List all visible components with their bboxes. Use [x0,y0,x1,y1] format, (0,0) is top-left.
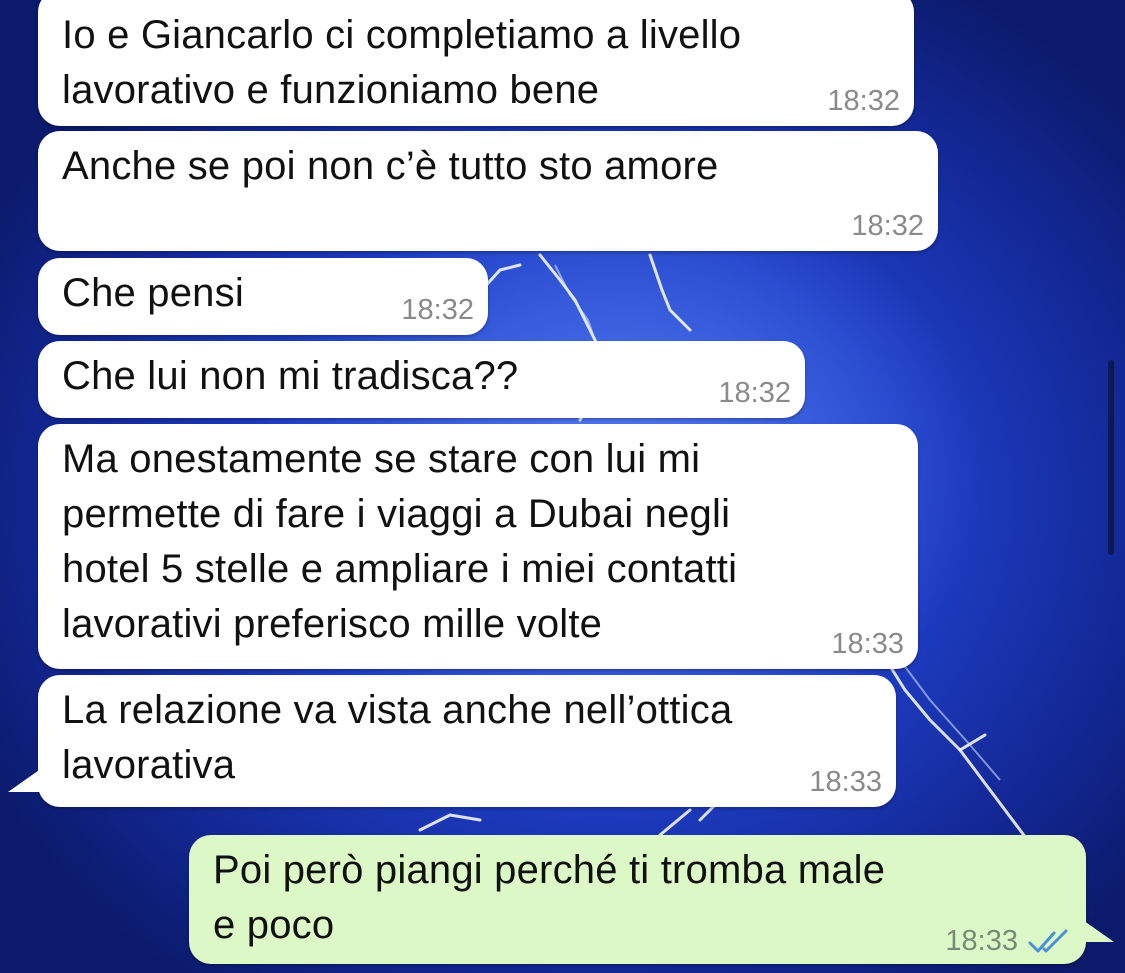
message-bubble-outgoing[interactable]: Poi però piangi perché ti tromba male e … [189,835,1086,964]
message-text: Io e Giancarlo ci completiamo a livello … [62,13,742,112]
message-bubble-incoming[interactable]: Io e Giancarlo ci completiamo a livello … [38,0,914,126]
bubble-tail-incoming [8,768,42,792]
message-timestamp: 18:33 [945,925,1018,957]
message-text: Ma onestamente se stare con lui mi perme… [62,437,738,646]
double-check-icon [1028,929,1068,952]
message-text: Che lui non mi tradisca?? [62,354,519,398]
message-timestamp: 18:32 [851,210,924,242]
message-timestamp: 18:33 [831,628,904,660]
message-timestamp: 18:32 [401,294,474,326]
message-text: Poi però piangi perché ti tromba male e … [213,848,886,947]
message-bubble-incoming[interactable]: Che lui non mi tradisca?? 18:32 [38,341,805,418]
message-timestamp: 18:33 [809,766,882,798]
message-bubble-incoming[interactable]: La relazione va vista anche nell’ottica … [38,675,896,807]
message-text: Anche se poi non c’è tutto sto amore [62,144,719,188]
message-timestamp: 18:32 [718,377,791,409]
chat-view: Io e Giancarlo ci completiamo a livello … [0,0,1125,973]
message-bubble-incoming[interactable]: Anche se poi non c’è tutto sto amore 18:… [38,131,938,251]
message-text: La relazione va vista anche nell’ottica … [62,688,733,787]
bubble-tail-outgoing [1080,918,1114,942]
message-bubble-incoming[interactable]: Che pensi 18:32 [38,258,488,335]
scrollbar[interactable] [1108,360,1114,555]
message-timestamp: 18:32 [827,85,900,117]
message-bubble-incoming[interactable]: Ma onestamente se stare con lui mi perme… [38,424,918,669]
message-meta: 18:33 [945,925,1072,958]
